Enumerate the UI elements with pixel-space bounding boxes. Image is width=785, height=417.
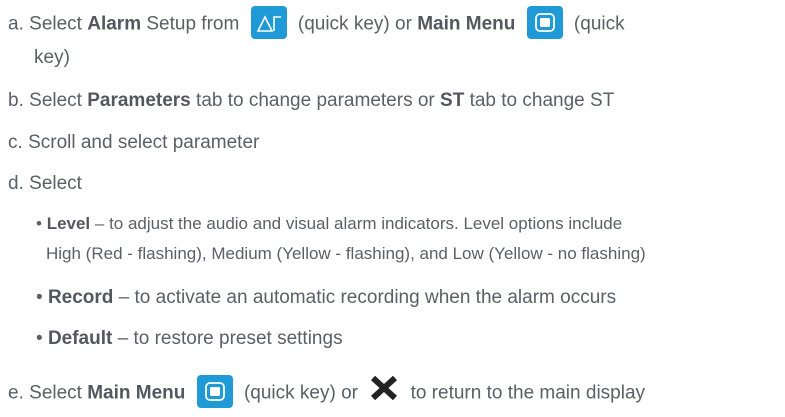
step-a-continuation: key) xyxy=(34,46,70,70)
step-text: Select xyxy=(29,90,88,111)
step-text: Setup from xyxy=(141,13,240,35)
alarm-setup-icon xyxy=(250,6,287,39)
step-text: tab to change ST xyxy=(464,90,615,111)
step-bold-term: ST xyxy=(440,90,465,111)
step-bold-term: Main Menu xyxy=(417,13,516,35)
bullet-text: – to restore preset settings xyxy=(112,328,343,349)
step-text: Select xyxy=(29,173,82,194)
step-d: d. Select xyxy=(8,172,82,196)
step-text: (quick key) or xyxy=(297,13,412,35)
bullet-term: Record xyxy=(47,287,114,308)
main-menu-icon xyxy=(196,375,233,408)
bullet-record: • Record – to activate an automatic reco… xyxy=(36,287,616,309)
bullet-default: • Default – to restore preset settings xyxy=(36,328,343,350)
bullet-glyph: • xyxy=(36,287,43,308)
bullet-text: – to activate an automatic recording whe… xyxy=(113,287,617,308)
step-text: tab to change parameters or xyxy=(190,90,441,111)
bullet-term: Default xyxy=(47,328,113,349)
step-b: b. Select Parameters tab to change param… xyxy=(8,89,614,113)
step-bold-term: Parameters xyxy=(87,90,191,111)
bullet-term: Level xyxy=(46,214,91,233)
main-menu-icon xyxy=(526,6,563,39)
step-marker: d. xyxy=(8,173,24,194)
step-text: (quick xyxy=(573,13,625,35)
step-text: Scroll and select parameter xyxy=(28,132,260,153)
step-text: to return to the main display xyxy=(410,382,646,404)
step-e: e. Select Main Menu (quick key) or to re… xyxy=(8,374,646,411)
step-marker: b. xyxy=(8,90,24,111)
step-text: Select xyxy=(29,13,88,35)
step-text: key) xyxy=(34,47,70,68)
step-text: (quick key) or xyxy=(243,382,358,404)
step-a: a. Select Alarm Setup from (quick key) o… xyxy=(8,6,625,41)
step-marker: c. xyxy=(8,132,23,153)
step-marker: a. xyxy=(8,13,24,35)
step-text: Select xyxy=(29,382,88,404)
bullet-text: – to adjust the audio and visual alarm i… xyxy=(90,214,623,233)
step-bold-term: Main Menu xyxy=(87,382,186,404)
bullet-text: High (Red - flashing), Medium (Yellow - … xyxy=(46,244,646,263)
close-icon xyxy=(369,374,399,409)
bullet-level-continuation: High (Red - flashing), Medium (Yellow - … xyxy=(46,243,646,265)
bullet-level: • Level – to adjust the audio and visual… xyxy=(36,213,622,235)
bullet-glyph: • xyxy=(36,328,43,349)
step-marker: e. xyxy=(8,382,24,404)
step-bold-term: Alarm xyxy=(87,13,142,35)
bullet-glyph: • xyxy=(36,214,42,233)
step-c: c. Scroll and select parameter xyxy=(8,131,259,155)
